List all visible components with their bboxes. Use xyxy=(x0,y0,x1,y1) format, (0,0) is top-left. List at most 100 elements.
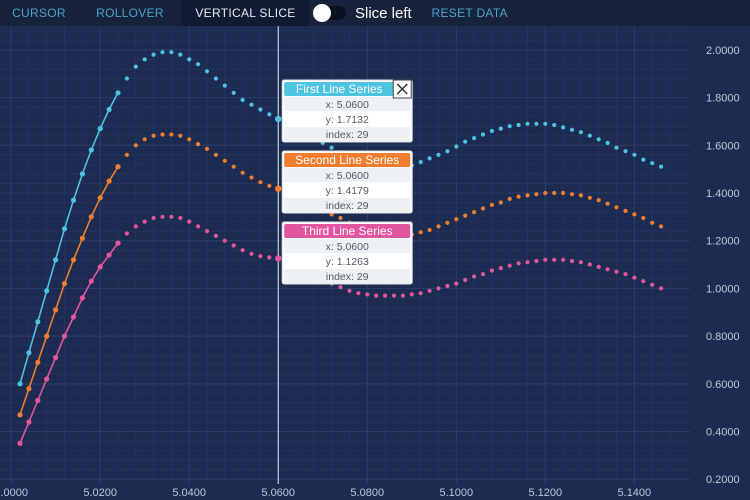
series-1-point xyxy=(587,133,592,138)
tooltip-layer: First Line Series x: 5.0600 y: 1.7132 index… xyxy=(281,79,413,285)
x-tick-label: 5.0400 xyxy=(172,487,206,499)
series-2-point xyxy=(427,227,432,233)
series-2-point xyxy=(552,190,557,196)
series-1-point xyxy=(543,121,548,126)
series-2-point xyxy=(605,201,610,206)
series-1-point xyxy=(142,57,147,62)
series-3-point xyxy=(70,314,77,320)
tooltip-title: First Line Series xyxy=(296,82,383,96)
tooltip-close-button[interactable] xyxy=(392,79,412,99)
chart-area[interactable]: 5.0000 5.0200 5.0400 5.0600 5.0800 5.1000 5.12… xyxy=(0,0,750,500)
series-2-point xyxy=(525,193,530,198)
series-1-point xyxy=(623,149,628,154)
series-2-point xyxy=(178,133,183,138)
series-3-point xyxy=(97,264,103,270)
series-3-point xyxy=(650,282,655,287)
series-3-point xyxy=(436,286,441,291)
series-1-point xyxy=(569,127,575,132)
series-1-point xyxy=(106,106,112,113)
series-2-point xyxy=(44,333,50,339)
series-3-point xyxy=(133,224,138,229)
series-2-point xyxy=(507,196,512,201)
tab-rollover[interactable]: ROLLOVER xyxy=(78,0,182,26)
y-tick-label: 0.8000 xyxy=(706,331,740,343)
series-2-point xyxy=(623,208,628,213)
series-2-point xyxy=(587,195,592,200)
series-3-point xyxy=(160,214,165,219)
series-2-point xyxy=(489,202,494,207)
series-2-point xyxy=(79,235,85,241)
slice-marker-1 xyxy=(275,115,282,123)
series-3-point xyxy=(258,254,263,259)
tooltip-row-x: x: 5.0600 xyxy=(326,241,369,253)
series-1-point xyxy=(240,97,245,102)
series-3-point xyxy=(106,252,112,258)
series-1-point xyxy=(17,381,23,387)
x-tick-label: 5.0000 xyxy=(0,487,28,499)
tooltip-row-y: y: 1.7132 xyxy=(326,114,369,126)
series-3-point xyxy=(222,238,227,243)
tab-cursor[interactable]: CURSOR xyxy=(0,0,78,26)
series-3-point xyxy=(569,258,575,264)
toggle-knob[interactable] xyxy=(313,4,331,22)
series-3-point xyxy=(596,264,601,269)
series-2-point xyxy=(418,230,423,235)
tooltip-row-x: x: 5.0600 xyxy=(326,170,369,182)
slice-marker-3 xyxy=(275,255,282,262)
x-tick-label: 5.0200 xyxy=(83,487,117,499)
series-2-point xyxy=(445,220,450,225)
series-3-point xyxy=(356,291,361,296)
series-1-point xyxy=(196,62,201,67)
series-3-point xyxy=(178,215,183,221)
series-3-point xyxy=(17,440,23,446)
series-3-point xyxy=(614,269,619,274)
series-2-point xyxy=(267,183,272,188)
tooltip-title: Second Line Series xyxy=(295,153,399,167)
series-2-point xyxy=(578,193,584,198)
series-1-point xyxy=(641,157,646,162)
series-3-point xyxy=(525,260,530,265)
series-3-point xyxy=(578,260,584,265)
series-3-point xyxy=(605,267,610,272)
series-2-point xyxy=(436,224,441,229)
tooltip-2: Second Line Series x: 5.0600 y: 1.4179 inde… xyxy=(281,150,413,214)
series-2-point xyxy=(561,190,566,196)
x-tick-label: 5.0800 xyxy=(350,487,384,499)
series-3-point xyxy=(267,255,272,260)
series-1-point xyxy=(124,76,129,81)
reset-data-button[interactable]: RESET DATA xyxy=(427,0,513,26)
slice-left-label: Slice left xyxy=(355,4,412,22)
series-1-point xyxy=(44,288,50,294)
series-3-point xyxy=(79,295,85,301)
series-2-point xyxy=(53,307,59,313)
slice-left-toggle[interactable] xyxy=(313,4,346,22)
tooltip-title: Third Line Series xyxy=(302,224,393,238)
series-1-point xyxy=(489,128,494,134)
series-1-point xyxy=(632,152,637,157)
series-1-point xyxy=(88,147,94,153)
series-2-point xyxy=(498,200,503,205)
series-2-point xyxy=(133,143,138,148)
series-3-point xyxy=(142,219,147,224)
tooltip-row-index: index: 29 xyxy=(326,271,369,283)
series-1-point xyxy=(178,52,183,57)
series-2-point xyxy=(249,175,254,180)
series-1-point xyxy=(222,83,227,88)
y-tick-label: 1.4000 xyxy=(706,188,740,200)
slice-marker-2 xyxy=(275,185,282,192)
series-1-point xyxy=(427,156,432,161)
series-2-point xyxy=(196,142,201,147)
tab-vertical-slice[interactable]: VERTICAL SLICE xyxy=(182,0,309,26)
series-3-point xyxy=(659,286,664,291)
series-2-point xyxy=(463,213,468,218)
series-1-point xyxy=(418,159,423,165)
series-2-point xyxy=(632,212,637,217)
y-tick-label: 1.0000 xyxy=(706,283,740,295)
series-1-point xyxy=(79,171,85,177)
series-3-point xyxy=(418,291,423,296)
series-1-point xyxy=(169,50,174,55)
series-2-point xyxy=(169,132,174,137)
series-2-point xyxy=(115,164,121,170)
series-3-point xyxy=(400,293,405,298)
series-2-point xyxy=(204,146,210,151)
